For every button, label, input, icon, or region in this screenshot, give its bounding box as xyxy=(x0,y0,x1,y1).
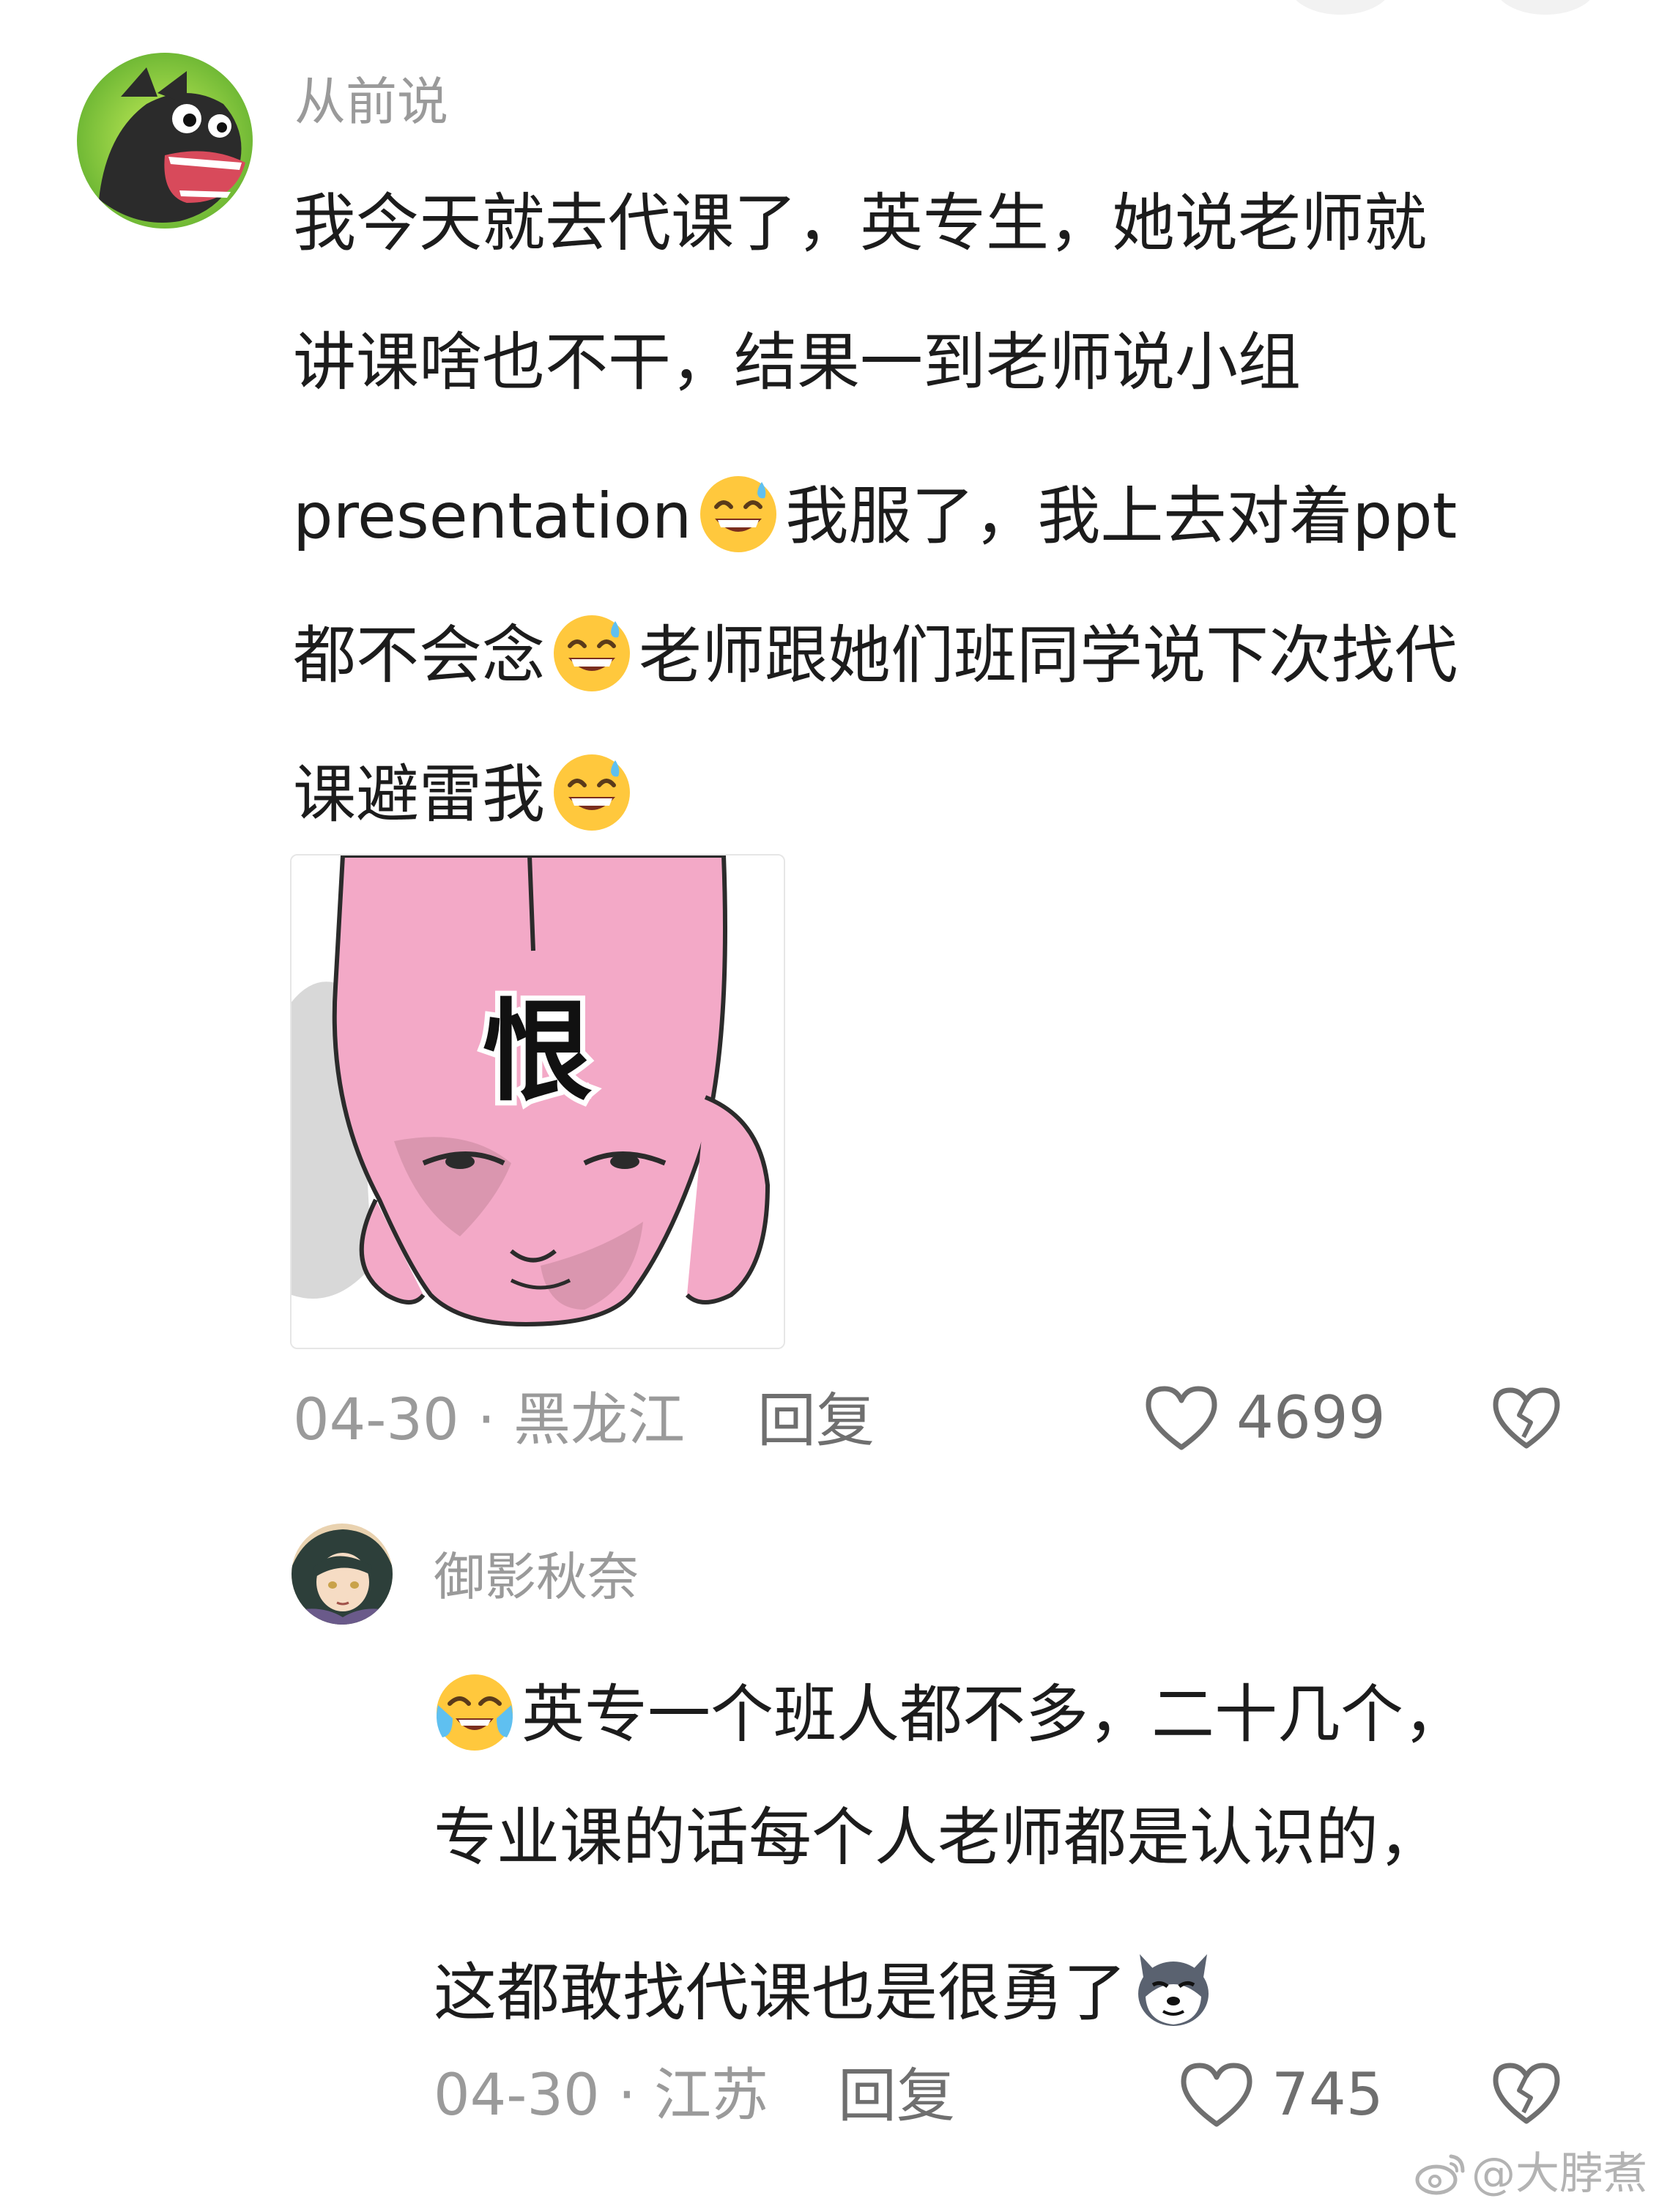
weibo-logo-icon xyxy=(1414,2150,1467,2197)
anime-character-avatar-icon xyxy=(292,1523,393,1625)
doge-husky-emoji xyxy=(1129,1945,1217,2033)
like-heart-icon[interactable] xyxy=(1143,1383,1220,1453)
top-partial-icon-right xyxy=(1494,0,1597,15)
crying-laugh-emoji xyxy=(431,1667,519,1755)
comment-text-line: presentation 我服了，我上去对着ppt xyxy=(293,469,1457,557)
meta-separator: · xyxy=(617,2063,636,2129)
watermark: @大脖煮 xyxy=(1414,2150,1647,2197)
comment-text-line: 我今天就去代课了，英专生，她说老师就 xyxy=(293,192,1427,255)
comment-text: 讲课啥也不干，结果一到老师说小组 xyxy=(293,326,1301,399)
comment-text: presentation xyxy=(293,480,692,553)
top-partial-icon-left xyxy=(1289,0,1392,15)
sticker-image[interactable]: 恨 xyxy=(290,854,785,1349)
comment-text: 英专一个班人都不多，二十几个， xyxy=(522,1678,1466,1751)
comment-location: 黑龙江 xyxy=(513,1387,686,1453)
comment-text: 都不会念 xyxy=(293,619,545,692)
avatar[interactable] xyxy=(292,1523,393,1625)
comment-text: 我服了，我上去对着ppt xyxy=(785,480,1458,553)
comment-text-line: 讲课啥也不干，结果一到老师说小组 xyxy=(293,331,1301,394)
comment-text: 我今天就去代课了，英专生，她说老师就 xyxy=(293,187,1427,260)
reply-button[interactable]: 回复 xyxy=(838,2067,955,2126)
comment-meta: 04-30 · 黑龙江 xyxy=(293,1392,685,1449)
comment-text: 专业课的话每个人老师都是认识的， xyxy=(434,1801,1441,1874)
grin-sweat-emoji xyxy=(694,469,782,557)
like-count: 745 xyxy=(1272,2060,1384,2129)
comment-text-line: 都不会念 老师跟她们班同学说下次找代 xyxy=(293,608,1458,696)
comment-text-line: 专业课的话每个人老师都是认识的， xyxy=(434,1806,1441,1869)
comment-text: 这都敢找代课也是很勇了 xyxy=(434,1956,1127,2030)
comment-text-line: 英专一个班人都不多，二十几个， xyxy=(431,1667,1466,1755)
comment-text: 老师跟她们班同学说下次找代 xyxy=(639,619,1458,692)
broken-heart-icon[interactable] xyxy=(1490,1384,1563,1452)
meta-separator: · xyxy=(477,1387,496,1453)
comment-text-line: 这都敢找代课也是很勇了 xyxy=(434,1945,1220,2033)
comment-location: 江苏 xyxy=(654,2063,769,2129)
username[interactable]: 御影秋奈 xyxy=(434,1551,639,1603)
comment-date: 04-30 xyxy=(434,2063,600,2129)
comment-text: 课避雷我 xyxy=(293,758,545,831)
reply-button[interactable]: 回复 xyxy=(757,1392,875,1450)
like-heart-icon[interactable] xyxy=(1178,2060,1255,2130)
broken-heart-icon[interactable] xyxy=(1490,2060,1563,2127)
username[interactable]: 从前说 xyxy=(294,76,448,127)
comment-text-line: 课避雷我 xyxy=(293,747,639,835)
like-count: 4699 xyxy=(1236,1384,1386,1452)
grin-sweat-emoji xyxy=(548,747,636,835)
sticker-text: 恨 xyxy=(483,989,593,1116)
comment-meta: 04-30 · 江苏 xyxy=(434,2067,768,2124)
watermark-text: @大脖煮 xyxy=(1471,2148,1647,2200)
grin-sweat-emoji xyxy=(548,608,636,696)
avatar[interactable] xyxy=(77,53,253,229)
horse-avatar-icon xyxy=(77,53,253,229)
comment-date: 04-30 xyxy=(293,1387,459,1453)
